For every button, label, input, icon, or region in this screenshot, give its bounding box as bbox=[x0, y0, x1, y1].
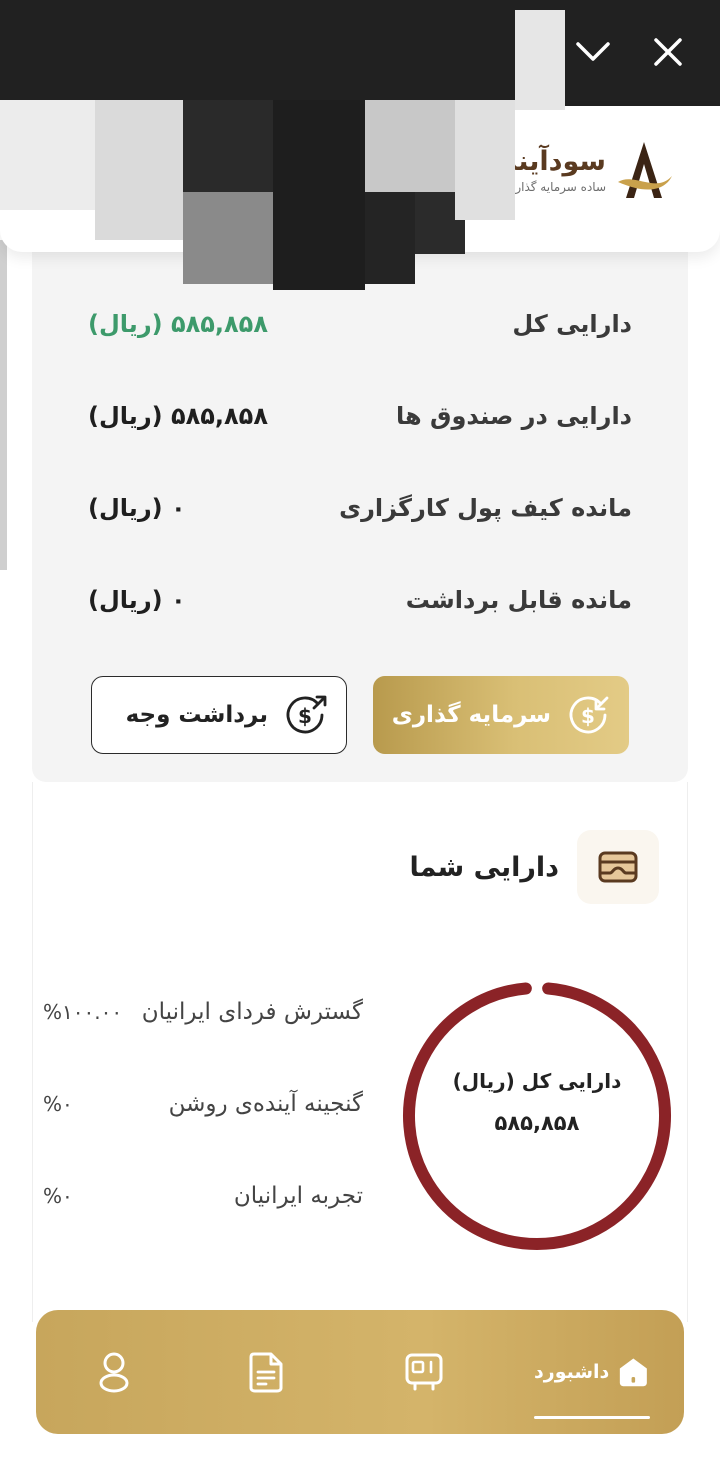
dollar-out-icon: $ bbox=[286, 695, 327, 734]
legend-fund-name: گسترش فردای ایرانیان bbox=[141, 999, 363, 1025]
legend-item: گسترش فردای ایرانیان %۱۰۰.۰۰ bbox=[33, 992, 363, 1032]
assets-section: دارایی شما گسترش فردای ایرانیان %۱۰۰.۰۰ … bbox=[32, 782, 688, 1322]
redaction-block bbox=[183, 192, 273, 284]
svg-text:$: $ bbox=[581, 704, 595, 728]
legend-item: تجربه ایرانیان %۰ bbox=[33, 1176, 363, 1216]
legend-fund-name: گنجینه آینده‌ی روشن bbox=[168, 1091, 363, 1117]
redaction-block bbox=[0, 100, 95, 210]
close-button[interactable] bbox=[638, 22, 698, 82]
logo-icon bbox=[618, 142, 672, 198]
close-icon bbox=[654, 38, 682, 66]
invest-label: سرمایه گذاری bbox=[391, 702, 551, 728]
invest-button[interactable]: $ سرمایه گذاری bbox=[373, 676, 629, 754]
assets-title: دارایی شما bbox=[409, 851, 559, 883]
donut-center: دارایی کل (ریال) ۵۸۵,۸۵۸ bbox=[399, 1066, 675, 1138]
legend-item: گنجینه آینده‌ی روشن %۰ bbox=[33, 1084, 363, 1124]
summary-row-total: دارایی کل ۵۸۵,۸۵۸ (ریال) bbox=[32, 304, 688, 344]
redaction-block bbox=[455, 100, 515, 220]
card-icon bbox=[405, 1353, 443, 1391]
summary-value: ۰ (ریال) bbox=[88, 494, 186, 522]
active-tab-indicator bbox=[534, 1416, 650, 1419]
redaction-block bbox=[95, 100, 183, 240]
summary-row-withdrawable: مانده قابل برداشت ۰ (ریال) bbox=[32, 580, 688, 620]
summary-row-wallet: مانده کیف پول کارگزاری ۰ (ریال) bbox=[32, 488, 688, 528]
scrollbar[interactable] bbox=[0, 240, 7, 570]
legend-percent: %۰ bbox=[43, 1184, 73, 1208]
redaction-block bbox=[365, 192, 415, 284]
legend-percent: %۱۰۰.۰۰ bbox=[43, 1000, 123, 1024]
dollar-in-icon: $ bbox=[569, 696, 609, 734]
wallet-icon bbox=[598, 851, 638, 883]
wallet-tile bbox=[577, 830, 659, 904]
summary-label: دارایی کل bbox=[512, 310, 632, 338]
summary-value: ۰ (ریال) bbox=[88, 586, 186, 614]
summary-label: مانده کیف پول کارگزاری bbox=[339, 494, 632, 522]
home-icon bbox=[620, 1358, 648, 1387]
donut-caption: دارایی کل (ریال) bbox=[452, 1069, 622, 1093]
svg-text:$: $ bbox=[298, 704, 312, 728]
legend-percent: %۰ bbox=[43, 1092, 73, 1116]
nav-dashboard[interactable]: داشبورد bbox=[534, 1340, 650, 1404]
redaction-block bbox=[273, 100, 365, 290]
summary-row-funds: دارایی در صندوق ها ۵۸۵,۸۵۸ (ریال) bbox=[32, 396, 688, 436]
document-icon bbox=[249, 1352, 283, 1393]
withdraw-label: برداشت وجه bbox=[125, 702, 268, 728]
redaction-block bbox=[515, 10, 565, 110]
nav-documents[interactable] bbox=[234, 1340, 298, 1404]
top-bar bbox=[0, 0, 720, 106]
summary-label: مانده قابل برداشت bbox=[405, 586, 632, 614]
nav-cards[interactable] bbox=[392, 1340, 456, 1404]
user-icon bbox=[99, 1352, 129, 1393]
assets-header: دارایی شما bbox=[409, 830, 659, 904]
legend-fund-name: تجربه ایرانیان bbox=[233, 1183, 363, 1209]
redaction-block bbox=[183, 100, 273, 192]
nav-dashboard-label: داشبورد bbox=[534, 1361, 610, 1383]
balance-summary: دارایی کل ۵۸۵,۸۵۸ (ریال) دارایی در صندوق… bbox=[32, 230, 688, 782]
nav-profile[interactable] bbox=[82, 1340, 146, 1404]
collapse-button[interactable] bbox=[563, 22, 623, 82]
donut-total-value: ۵۸۵,۸۵۸ bbox=[494, 1111, 580, 1135]
redaction-block bbox=[365, 100, 455, 192]
bottom-navigation: داشبورد bbox=[36, 1310, 684, 1434]
chevron-down-icon bbox=[576, 42, 610, 61]
withdraw-button[interactable]: $ برداشت وجه bbox=[91, 676, 347, 754]
summary-value: ۵۸۵,۸۵۸ (ریال) bbox=[88, 402, 268, 430]
summary-label: دارایی در صندوق ها bbox=[396, 402, 632, 430]
summary-value: ۵۸۵,۸۵۸ (ریال) bbox=[88, 310, 268, 338]
